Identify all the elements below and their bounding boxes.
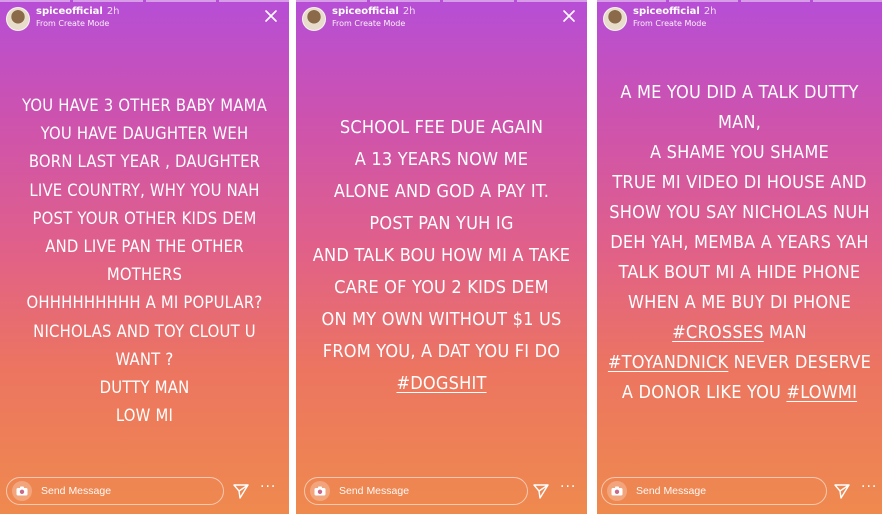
- story-text: SCHOOL FEE DUE AGAIN A 13 YEARS NOW ME A…: [296, 112, 587, 400]
- send-icon[interactable]: [833, 482, 851, 500]
- story-header: spiceofficial 2h From Create Mode: [302, 6, 581, 32]
- send-message-input[interactable]: Send Message: [304, 477, 528, 505]
- close-icon[interactable]: [263, 8, 279, 24]
- hashtag-link[interactable]: #DOGSHIT: [296, 368, 587, 400]
- send-message-placeholder: Send Message: [339, 485, 410, 497]
- story-panel-1[interactable]: spiceofficial 2h From Create Mode YOU HAV…: [0, 0, 289, 514]
- story-progress-bar: [597, 0, 882, 2]
- hashtag-link[interactable]: #LOWMI: [786, 382, 857, 403]
- close-icon[interactable]: [561, 8, 577, 24]
- camera-icon[interactable]: [607, 481, 627, 501]
- story-text-line: A SHAME YOU SHAME: [650, 142, 829, 163]
- story-text-line: MAN,: [717, 112, 762, 133]
- send-icon[interactable]: [232, 482, 250, 500]
- story-header: spiceofficial 2h From Create Mode: [6, 6, 283, 32]
- send-message-input[interactable]: Send Message: [601, 477, 827, 505]
- avatar[interactable]: [302, 7, 326, 31]
- story-text-fragment: A DONOR LIKE YOU: [621, 382, 787, 403]
- story-text-line: LOW MI: [115, 406, 174, 426]
- story-time: 2h: [402, 6, 416, 17]
- story-text-line: YOU HAVE 3 OTHER BABY MAMA: [22, 96, 267, 115]
- story-footer: Send Message ···: [0, 474, 289, 514]
- story-text-line: AND LIVE PAN THE OTHER: [45, 237, 244, 257]
- story-text-line: POST YOUR OTHER KIDS DEM: [32, 208, 257, 228]
- story-text-line: A ME YOU DID A TALK DUTTY: [620, 82, 859, 103]
- story-text: A ME YOU DID A TALK DUTTY MAN, A SHAME Y…: [597, 78, 882, 408]
- story-subtitle: From Create Mode: [36, 19, 110, 28]
- more-options-icon[interactable]: ···: [260, 479, 276, 495]
- more-options-icon[interactable]: ···: [560, 479, 576, 495]
- story-text-line: DUTTY MAN: [99, 378, 190, 398]
- story-text-line: YOU HAVE DAUGHTER WEH: [40, 124, 249, 144]
- username[interactable]: spiceofficial 2h: [633, 6, 717, 17]
- story-text-line: WANT ?: [115, 349, 174, 369]
- story-text-line: DEH YAH, MEMBA A YEARS YAH: [610, 232, 869, 253]
- send-icon[interactable]: [532, 482, 550, 500]
- story-subtitle: From Create Mode: [332, 19, 406, 28]
- story-text-line: POST PAN YUH IG: [369, 213, 514, 234]
- story-text-line: BORN LAST YEAR , DAUGHTER: [28, 152, 261, 172]
- story-text-line: SCHOOL FEE DUE AGAIN: [339, 117, 544, 138]
- story-text-line: #TOYANDNICK NEVER DESERVE: [597, 348, 882, 378]
- story-header: spiceofficial 2h From Create Mode: [603, 6, 876, 32]
- avatar[interactable]: [6, 7, 30, 31]
- story-text-line: FROM YOU, A DAT YOU FI DO: [322, 341, 561, 362]
- story-text-line: SHOW YOU SAY NICHOLAS NUH: [609, 202, 870, 223]
- camera-icon[interactable]: [310, 481, 330, 501]
- story-footer: Send Message ···: [296, 474, 587, 514]
- story-text-line: TRUE MI VIDEO DI HOUSE AND: [612, 172, 867, 193]
- story-subtitle: From Create Mode: [633, 19, 707, 28]
- story-progress-bar: [0, 0, 289, 2]
- hashtag-link[interactable]: #CROSSES: [672, 322, 764, 343]
- story-panel-2[interactable]: spiceofficial 2h From Create Mode SCHOOL …: [296, 0, 587, 514]
- story-text-line: NICHOLAS AND TOY CLOUT U: [33, 321, 256, 341]
- story-text-fragment: NEVER DESERVE: [728, 352, 872, 373]
- avatar[interactable]: [603, 7, 627, 31]
- more-options-icon[interactable]: ···: [861, 479, 877, 495]
- send-message-placeholder: Send Message: [41, 485, 112, 497]
- story-text: YOU HAVE 3 OTHER BABY MAMA YOU HAVE DAUG…: [0, 92, 289, 430]
- story-time: 2h: [703, 6, 717, 17]
- username[interactable]: spiceofficial 2h: [36, 6, 120, 17]
- camera-icon[interactable]: [12, 481, 32, 501]
- story-footer: Send Message ···: [597, 474, 882, 514]
- story-text-line: #CROSSES MAN: [597, 318, 882, 348]
- story-text-line: CARE OF YOU 2 KIDS DEM: [334, 277, 549, 298]
- hashtag-link[interactable]: #TOYANDNICK: [608, 352, 728, 373]
- story-text-line: OHHHHHHHHH A MI POPULAR?: [26, 293, 263, 313]
- send-message-input[interactable]: Send Message: [6, 477, 224, 505]
- story-text-line: ALONE AND GOD A PAY IT.: [333, 181, 550, 202]
- story-text-line: MOTHERS: [106, 265, 183, 285]
- story-text-line: AND TALK BOU HOW MI A TAKE: [312, 245, 571, 266]
- story-text-line: LIVE COUNTRY, WHY YOU NAH: [29, 180, 260, 200]
- story-text-line: A 13 YEARS NOW ME: [354, 149, 529, 170]
- story-text-line: ON MY OWN WITHOUT $1 US: [321, 309, 562, 330]
- story-panel-3[interactable]: spiceofficial 2h From Create Mode A ME YO…: [597, 0, 882, 514]
- username[interactable]: spiceofficial 2h: [332, 6, 416, 17]
- story-progress-bar: [296, 0, 587, 2]
- story-text-line: A DONOR LIKE YOU #LOWMI: [597, 378, 882, 408]
- story-text-line: WHEN A ME BUY DI PHONE: [627, 292, 852, 313]
- story-text-fragment: MAN: [763, 322, 807, 343]
- story-time: 2h: [106, 6, 120, 17]
- story-text-line: TALK BOUT MI A HIDE PHONE: [618, 262, 861, 283]
- send-message-placeholder: Send Message: [636, 485, 707, 497]
